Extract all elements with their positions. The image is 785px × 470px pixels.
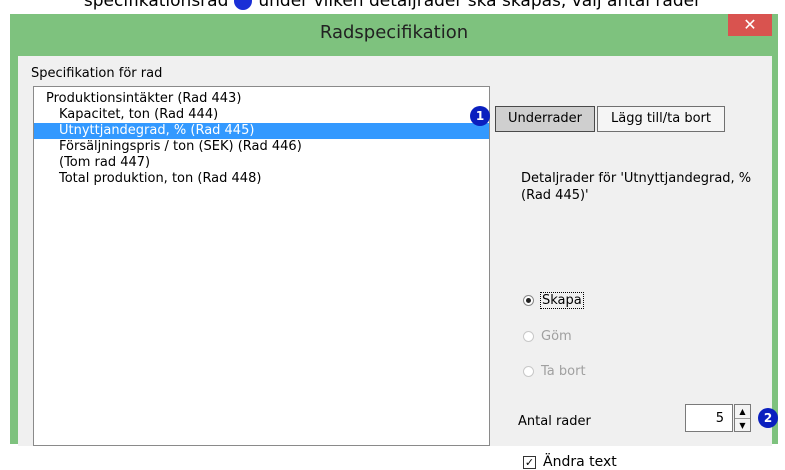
list-item[interactable]: Försäljningspris / ton (SEK) (Rad 446) [34, 139, 489, 155]
spin-up-icon[interactable]: ▲ [735, 405, 750, 418]
row-listbox[interactable]: Produktionsintäkter (Rad 443) Kapacitet,… [33, 86, 490, 446]
close-button[interactable]: ✕ [728, 14, 772, 36]
radio-ta-bort [523, 365, 534, 377]
list-item[interactable]: Produktionsintäkter (Rad 443) [34, 91, 489, 107]
instruction-caption: specifikationsrad under vilken detaljrade… [0, 0, 785, 14]
edit-text-option[interactable]: ✓ Ändra text [523, 454, 617, 470]
caption-text-after: under vilken detaljrader ska skapas, väl… [258, 0, 702, 11]
radio-gom-label: Göm [541, 328, 572, 344]
radio-skapa-label: Skapa [540, 291, 584, 309]
tab-lagg-till-ta-bort[interactable]: Lägg till/ta bort [597, 106, 725, 132]
radio-ta-bort-label: Ta bort [541, 363, 586, 379]
list-item-selected[interactable]: Utnyttjandegrad, % (Rad 445) [34, 123, 489, 139]
title-bar: Radspecifikation ✕ [10, 14, 778, 52]
tab-underrader[interactable]: Underrader [495, 106, 595, 132]
option-gom: Göm [523, 326, 572, 346]
marker-two-badge: 2 [758, 408, 778, 428]
count-label: Antal rader [518, 414, 591, 429]
option-ta-bort: Ta bort [523, 361, 586, 381]
window-title: Radspecifikation [319, 22, 469, 43]
edit-text-checkbox[interactable]: ✓ [523, 455, 536, 469]
option-skapa[interactable]: Skapa [523, 290, 584, 310]
edit-text-label: Ändra text [543, 454, 617, 470]
row-count-spinner[interactable]: ▲ ▼ [734, 404, 751, 432]
close-icon: ✕ [743, 15, 757, 34]
caption-text-before: specifikationsrad [83, 0, 229, 11]
spec-label: Specifikation för rad [31, 66, 163, 81]
dialog-body: Specifikation för rad Produktionsintäkte… [18, 56, 778, 470]
detail-description: Detaljrader för 'Utnyttjandegrad, % (Rad… [521, 171, 752, 203]
marker-one-icon [234, 0, 253, 10]
list-item[interactable]: Total produktion, ton (Rad 448) [34, 171, 489, 187]
spin-down-icon[interactable]: ▼ [735, 418, 750, 432]
row-count-input[interactable] [685, 404, 733, 432]
radio-gom [523, 330, 534, 342]
marker-one-badge: 1 [470, 106, 490, 126]
dialog-window: Radspecifikation ✕ Specifikation för rad… [10, 14, 778, 470]
radio-skapa[interactable] [523, 294, 534, 306]
list-item[interactable]: (Tom rad 447) [34, 155, 489, 171]
list-item[interactable]: Kapacitet, ton (Rad 444) [34, 107, 489, 123]
